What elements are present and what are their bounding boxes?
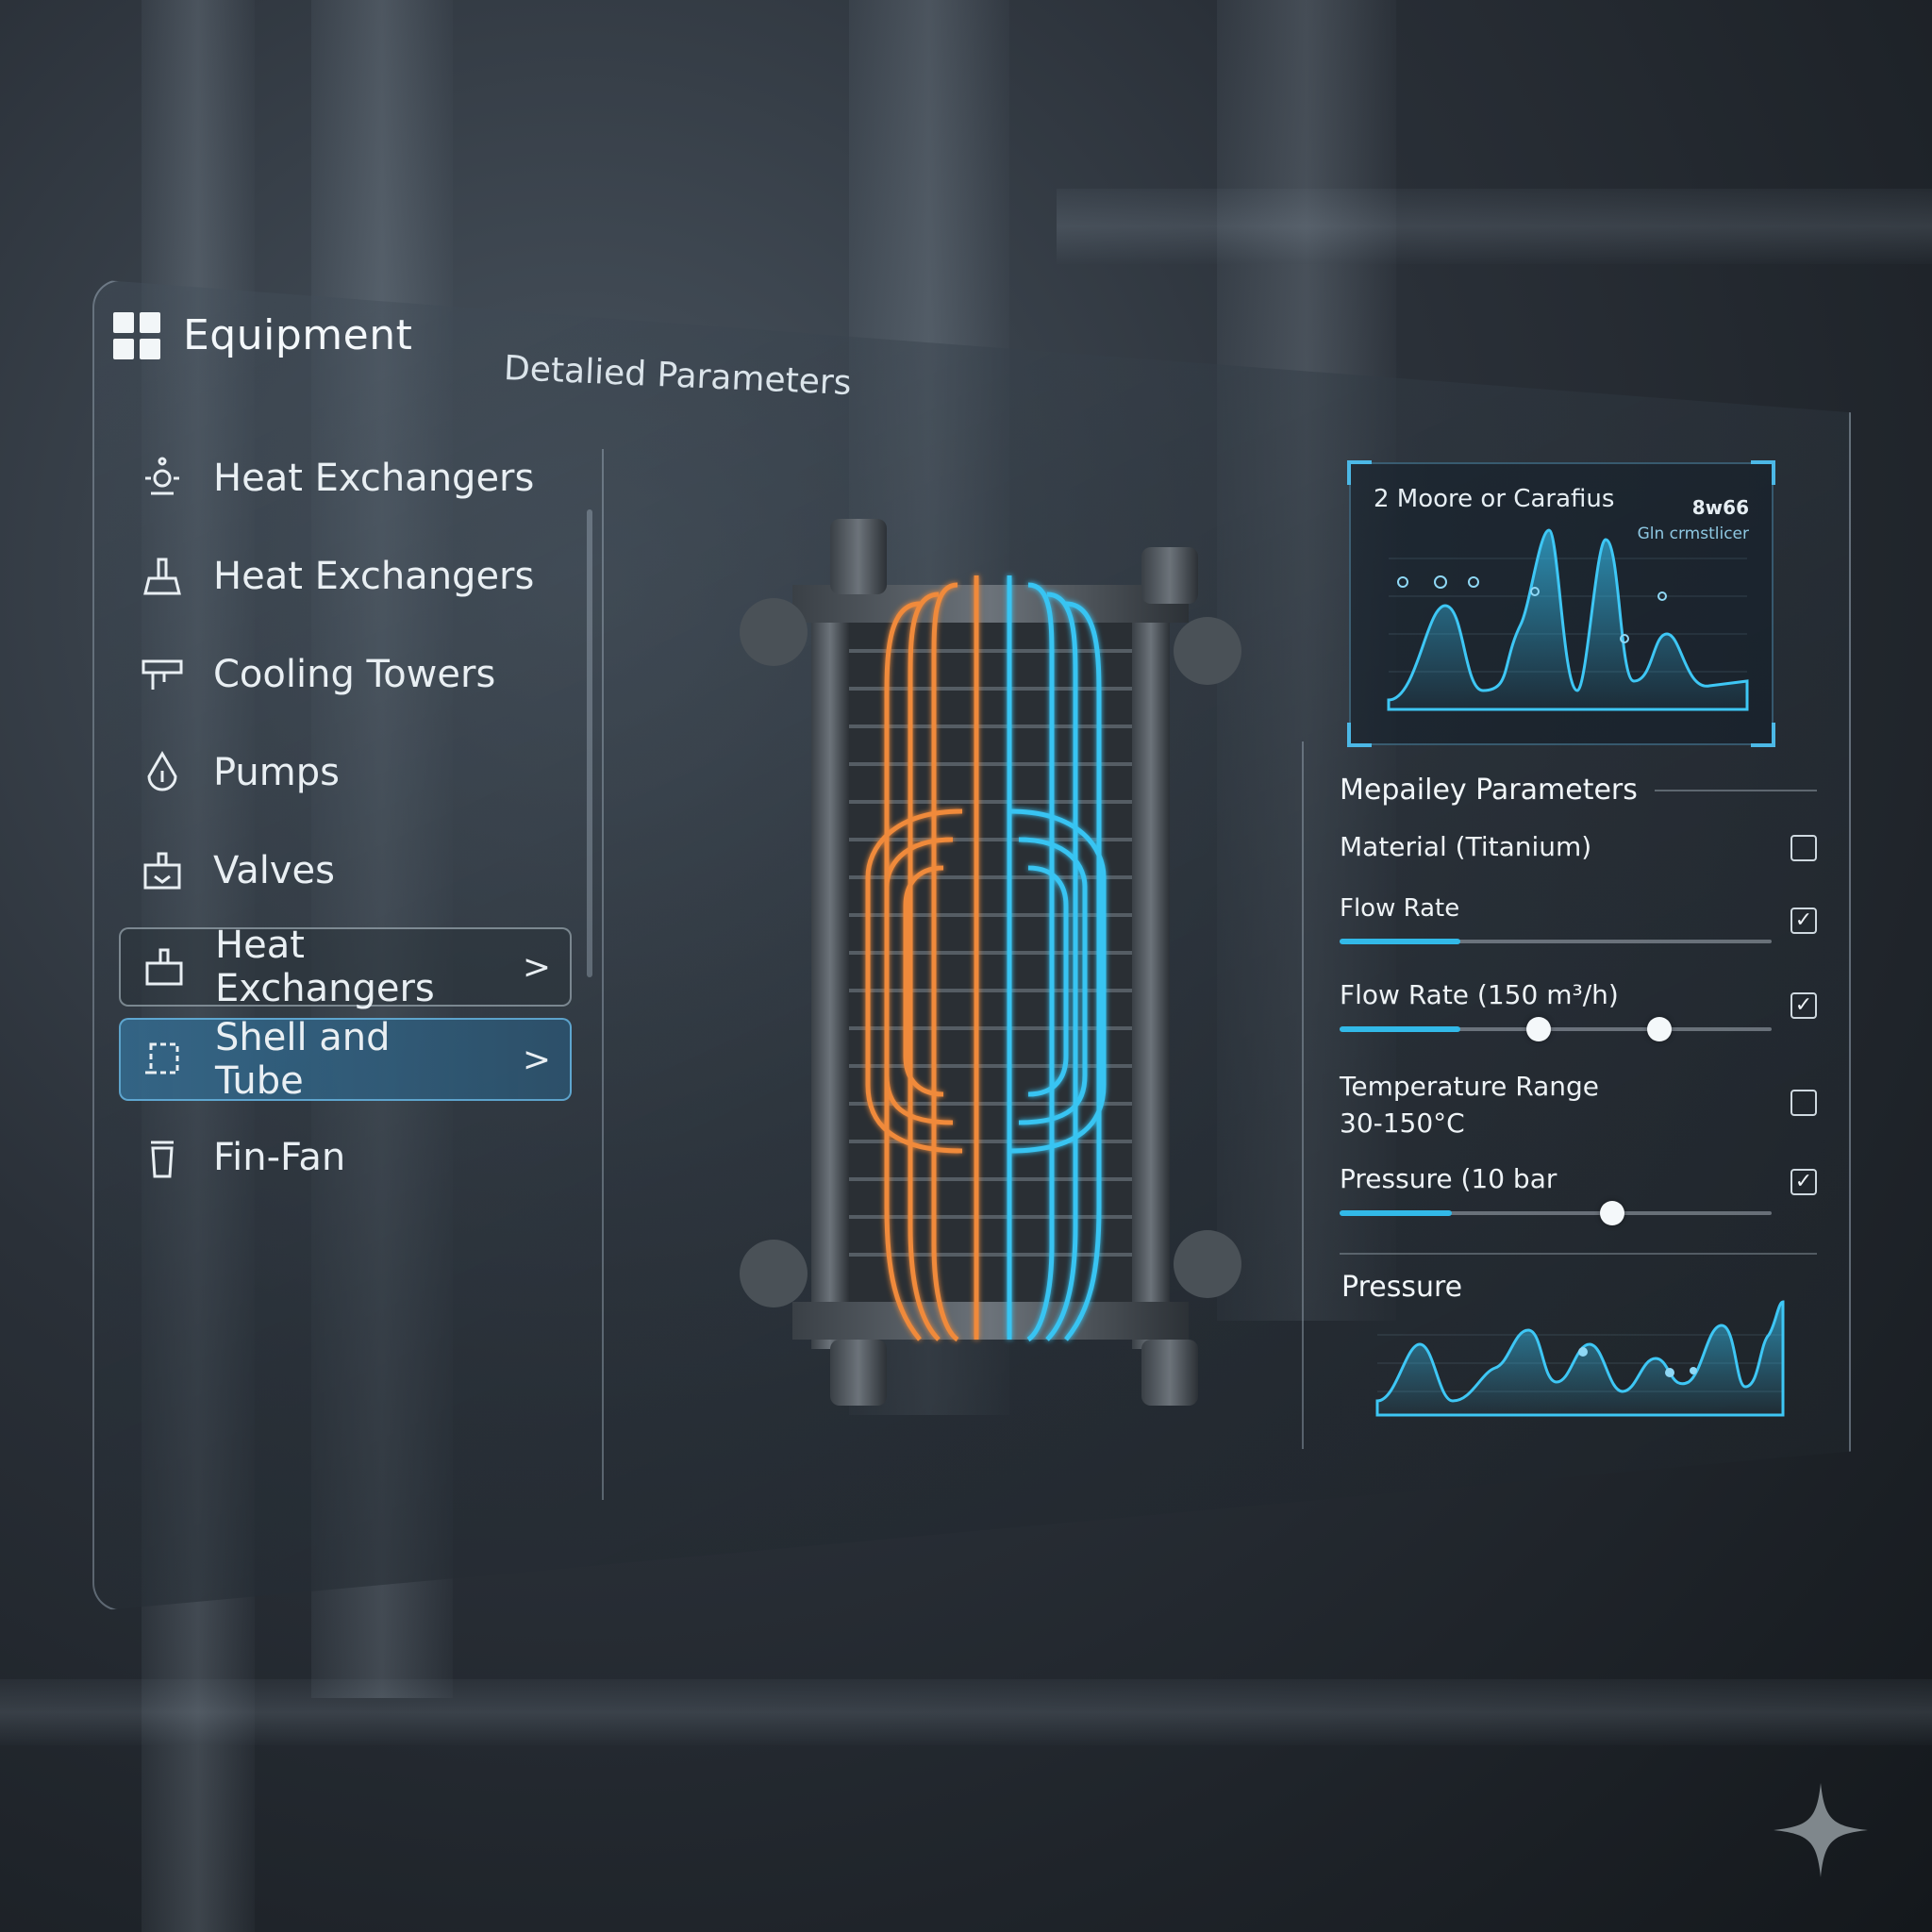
parameters-title: Mepailey Parameters <box>1340 774 1638 807</box>
heat-exchanger-illustration <box>740 519 1241 1406</box>
parameters-header: Mepailey Parameters <box>1340 774 1817 807</box>
pressure-chart-plot <box>1375 1300 1785 1417</box>
slider-fill <box>1340 1026 1461 1032</box>
flow-rate-checkbox[interactable]: ✓ <box>1790 908 1817 934</box>
sidebar-header: Equipment <box>113 311 412 359</box>
sidebar-item-fin-fan[interactable]: Fin-Fan <box>119 1108 572 1207</box>
pressure-chart: Pressure <box>1340 1259 1792 1429</box>
grid-icon <box>113 311 160 359</box>
tower-icon <box>140 652 185 697</box>
fan-icon <box>140 1135 185 1180</box>
sidebar-item-shell-and-tube[interactable]: Shell and Tube > <box>119 1016 572 1103</box>
valve-icon <box>140 848 185 893</box>
sidebar-item-pumps[interactable]: Pumps <box>119 724 572 822</box>
shell-tube-icon <box>142 1037 187 1082</box>
parameters-footer-rule <box>1340 1253 1817 1255</box>
sidebar-nav: Heat Exchangers Heat Exchangers Cooling … <box>119 429 572 1207</box>
material-toggle[interactable] <box>1790 835 1817 861</box>
slider-knob-low[interactable] <box>1525 1017 1551 1041</box>
sidebar-scrollbar[interactable] <box>587 509 592 977</box>
param-label: Flow Rate (150 m³/h) <box>1340 979 1619 1010</box>
sidebar-item-label: Heat Exchangers <box>213 457 535 500</box>
slider-knob[interactable] <box>1599 1201 1624 1225</box>
flow-rate-range-checkbox[interactable]: ✓ <box>1790 992 1817 1019</box>
sidebar-item-label: Heat Exchangers <box>213 555 535 598</box>
param-label: Material (Titanium) <box>1340 831 1592 862</box>
flow-rate-range-slider[interactable] <box>1340 1017 1772 1041</box>
sidebar-item-cooling-towers[interactable]: Cooling Towers <box>119 625 572 724</box>
slider-knob-high[interactable] <box>1646 1017 1672 1041</box>
param-flow-rate: Flow Rate ✓ <box>1340 894 1817 944</box>
slider-fill <box>1340 939 1461 944</box>
exchanger-icon <box>142 944 187 990</box>
pressure-checkbox[interactable]: ✓ <box>1790 1169 1817 1195</box>
chevron-right-icon: > <box>522 1040 551 1079</box>
top-chart-plot <box>1387 528 1749 711</box>
param-pressure: Pressure (10 bar ✓ <box>1340 1163 1817 1225</box>
header-rule <box>1654 789 1817 791</box>
param-label: Temperature Range <box>1340 1071 1600 1102</box>
top-chart: 2 Moore or Carafius 8w66 Gln crmstlicer <box>1347 460 1775 747</box>
param-value: 30-150°C <box>1340 1108 1465 1139</box>
sidebar-item-label: Cooling Towers <box>213 653 496 696</box>
sparkle-icon <box>1774 1783 1868 1877</box>
sidebar-item-label: Fin-Fan <box>213 1136 346 1179</box>
pressure-slider[interactable] <box>1340 1201 1772 1225</box>
sidebar-item-label: Shell and Tube <box>215 1016 391 1103</box>
gear-valve-icon <box>140 456 185 501</box>
param-label: Pressure (10 bar <box>1340 1163 1557 1194</box>
param-material: Material (Titanium) <box>1340 831 1817 862</box>
slider-fill <box>1340 1210 1453 1216</box>
right-panel-divider <box>1302 741 1304 1449</box>
background-pipe <box>0 1679 1932 1745</box>
sidebar-item-heat-exchangers[interactable]: Heat Exchangers <box>119 429 572 527</box>
sidebar-item-label: Pumps <box>213 751 340 794</box>
param-flow-rate-range: Flow Rate (150 m³/h) ✓ <box>1340 979 1817 1041</box>
parameters-panel: Mepailey Parameters Material (Titanium) … <box>1340 774 1817 1255</box>
drop-icon <box>140 750 185 795</box>
chevron-right-icon: > <box>522 947 551 987</box>
sidebar-item-label: Valves <box>213 849 336 892</box>
sidebar-divider <box>602 449 604 1500</box>
sidebar-item-heat-exchangers-expand[interactable]: Heat Exchangers > <box>119 924 572 1010</box>
sidebar-title: Equipment <box>183 311 413 359</box>
temperature-toggle[interactable] <box>1790 1090 1817 1116</box>
background-pipe <box>1057 189 1932 264</box>
sidebar-item-heat-exchangers[interactable]: Heat Exchangers <box>119 527 572 625</box>
sidebar-item-valves[interactable]: Valves <box>119 822 572 920</box>
sidebar-item-label: Heat Exchangers <box>215 924 435 1010</box>
param-temperature-range: Temperature Range 30-150°C <box>1340 1071 1817 1139</box>
tank-icon <box>140 554 185 599</box>
param-label: Flow Rate <box>1340 894 1460 923</box>
flow-rate-slider[interactable] <box>1340 939 1772 944</box>
